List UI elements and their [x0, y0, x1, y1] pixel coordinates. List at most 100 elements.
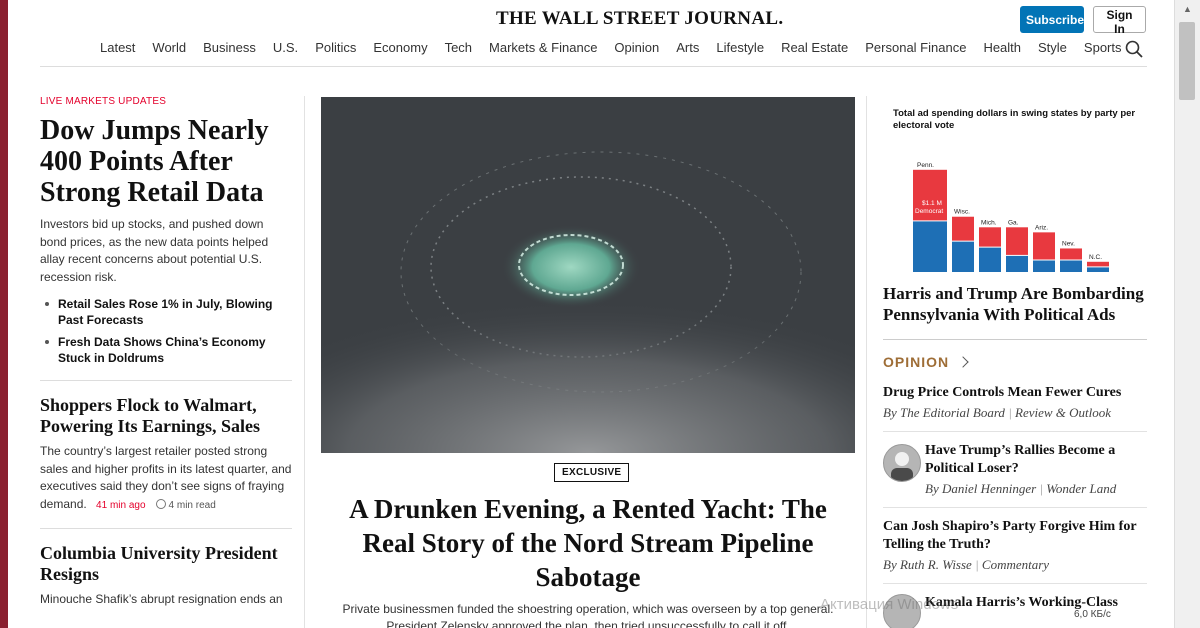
chart-bar-democrat: [1006, 255, 1028, 272]
divider: [883, 583, 1147, 584]
chart-svg: Penn.Wisc.10Mich.15Ga.16Ariz.11Nev.6N.C.…: [910, 148, 1109, 291]
author-avatar: [883, 444, 921, 482]
opinion-title: Drug Price Controls Mean Fewer Cures: [883, 385, 1122, 400]
chart-bar-democrat: [952, 241, 974, 272]
ad-spending-chart[interactable]: Total ad spending dollars in swing state…: [883, 108, 1147, 291]
chart-bar-democrat: [979, 247, 1001, 272]
nav-item-style[interactable]: Style: [1038, 40, 1067, 55]
nav-item-personal-finance[interactable]: Personal Finance: [865, 40, 966, 55]
chart-bar-democrat: [1033, 260, 1055, 272]
nav-item-economy[interactable]: Economy: [373, 40, 427, 55]
main-summary: Private businessmen funded the shoestrin…: [342, 602, 834, 628]
left-column: LIVE MARKETS UPDATES Dow Jumps Nearly 40…: [40, 96, 292, 609]
story-headline[interactable]: Columbia University President Resigns: [40, 543, 292, 585]
chevron-right-icon: [957, 356, 969, 368]
scroll-up-arrow-icon[interactable]: ▲: [1175, 0, 1200, 18]
opinion-byline: By Daniel Henninger | Wonder Land: [925, 481, 1117, 496]
story-timestamp: 41 min ago: [96, 499, 146, 511]
column-name: Commentary: [981, 557, 1050, 572]
opinion-title: Can Josh Shapiro’s Party Forgive Him for…: [883, 519, 1137, 552]
hero-image[interactable]: [321, 97, 855, 453]
lead-summary: Investors bid up stocks, and pushed down…: [40, 217, 269, 284]
chart-bar-republican: [979, 227, 1001, 247]
opinion-header[interactable]: OPINION: [883, 354, 1147, 370]
scrollbar[interactable]: ▲: [1174, 0, 1200, 628]
divider: [883, 507, 1147, 508]
nav-item-markets-finance[interactable]: Markets & Finance: [489, 40, 597, 55]
chart-annotation-rep-label: Republican: [914, 156, 947, 163]
exclusive-badge: EXCLUSIVE: [554, 463, 630, 482]
nav-item-us[interactable]: U.S.: [273, 40, 298, 55]
chart-bar-republican: [1087, 261, 1109, 267]
chart-category-label: Ariz.: [1035, 224, 1048, 231]
opinion-title: Have Trump’s Rallies Become a Political …: [925, 443, 1116, 476]
subscribe-button[interactable]: Subscribe: [1020, 6, 1084, 33]
chart-annotation-rep-value: $1.1 M: [922, 148, 942, 155]
chart-category-label: Mich.: [981, 219, 997, 226]
divider: [883, 339, 1147, 340]
chart-category-label: N.C.: [1089, 254, 1102, 261]
main-headline[interactable]: A Drunken Evening, a Rented Yacht: The R…: [321, 492, 855, 594]
chart-bar-republican: [952, 216, 974, 241]
nav-item-politics[interactable]: Politics: [315, 40, 356, 55]
opinion-byline: By The Editorial Board | Review & Outloo…: [883, 405, 1112, 420]
page: THE WALL STREET JOURNAL. Subscribe Sign …: [8, 0, 1175, 628]
chart-title: Total ad spending dollars in swing state…: [893, 108, 1136, 131]
column-divider: [304, 96, 305, 628]
right-column: Total ad spending dollars in swing state…: [883, 100, 1147, 628]
window-left-edge: [0, 0, 8, 628]
chart-bar-republican: [1033, 232, 1055, 260]
chart-annotation-dem-label: Democrat: [915, 208, 943, 215]
author: By Ruth R. Wisse: [883, 557, 972, 572]
opinion-item[interactable]: Have Trump’s Rallies Become a Political …: [883, 442, 1147, 497]
sign-in-button[interactable]: Sign In: [1093, 6, 1146, 36]
author: By The Editorial Board: [883, 405, 1005, 420]
story-summary: The country’s largest retailer posted st…: [40, 443, 292, 514]
divider: [883, 431, 1147, 432]
chart-bar-republican: [1060, 248, 1082, 260]
nav-item-lifestyle[interactable]: Lifestyle: [716, 40, 764, 55]
search-icon[interactable]: [1125, 40, 1143, 58]
chart-annotation-dem-value: $1.1 M: [922, 200, 942, 207]
opinion-item[interactable]: Drug Price Controls Mean Fewer Cures By …: [883, 384, 1147, 421]
nav-item-business[interactable]: Business: [203, 40, 256, 55]
chart-story-headline[interactable]: Harris and Trump Are Bombarding Pennsylv…: [883, 283, 1147, 325]
column-name: Wonder Land: [1046, 481, 1117, 496]
column-name: Review & Outlook: [1015, 405, 1112, 420]
opinion-label: OPINION: [883, 354, 950, 370]
nav-item-health[interactable]: Health: [983, 40, 1021, 55]
nav-item-real-estate[interactable]: Real Estate: [781, 40, 848, 55]
related-link[interactable]: Fresh Data Shows China’s Economy Stuck i…: [40, 334, 292, 366]
divider: [40, 528, 292, 529]
chart-category-label: Wisc.: [954, 209, 970, 216]
chart-bar-democrat: [1060, 260, 1082, 272]
nav-item-opinion[interactable]: Opinion: [614, 40, 659, 55]
divider: [40, 380, 292, 381]
live-updates-label[interactable]: LIVE MARKETS UPDATES: [40, 96, 292, 107]
windows-activation-watermark: Активация Windows: [820, 596, 959, 613]
story-summary: Minouche Shafik’s abrupt resignation end…: [40, 592, 283, 606]
author: By Daniel Henninger: [925, 481, 1037, 496]
scrollbar-thumb[interactable]: [1179, 22, 1195, 100]
opinion-byline: By Ruth R. Wisse | Commentary: [883, 557, 1050, 572]
nav-item-tech[interactable]: Tech: [445, 40, 472, 55]
chart-category-label: Nev.: [1062, 240, 1075, 247]
lead-headline[interactable]: Dow Jumps Nearly 400 Points After Strong…: [40, 115, 292, 208]
nav-divider: [40, 66, 1147, 67]
nav-item-sports[interactable]: Sports: [1084, 40, 1122, 55]
main-nav: Latest World Business U.S. Politics Econ…: [100, 40, 1122, 55]
clock-icon: [155, 498, 166, 509]
nav-item-arts[interactable]: Arts: [676, 40, 699, 55]
opinion-title: Kamala Harris’s Working-Class: [925, 595, 1118, 610]
chart-category-label: Ga.: [1008, 219, 1019, 226]
story-meta: 41 min ago 4 min read: [90, 498, 216, 511]
read-time: 4 min read: [168, 499, 216, 511]
nav-item-world[interactable]: World: [152, 40, 186, 55]
network-speed: 6,0 КБ/с: [1074, 609, 1111, 620]
nav-item-latest[interactable]: Latest: [100, 40, 135, 55]
story-headline[interactable]: Shoppers Flock to Walmart, Powering Its …: [40, 395, 292, 437]
opinion-item[interactable]: Can Josh Shapiro’s Party Forgive Him for…: [883, 518, 1147, 573]
wsj-logo[interactable]: THE WALL STREET JOURNAL.: [496, 8, 783, 30]
related-link[interactable]: Retail Sales Rose 1% in July, Blowing Pa…: [40, 296, 292, 328]
column-divider: [866, 96, 867, 628]
